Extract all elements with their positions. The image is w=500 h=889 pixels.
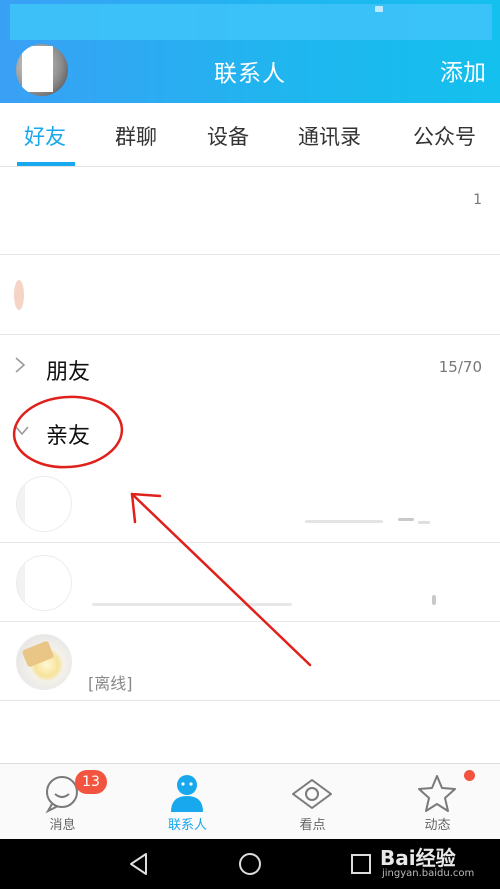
tab-friends[interactable]: 好友 [24,121,66,151]
app-header: 联系人 添加 [0,0,500,103]
chevron-down-icon [14,422,30,442]
friend-row[interactable]: [离线] [0,622,500,701]
row-count: 1 [473,192,482,208]
avatar [16,555,72,611]
unread-badge: 13 [75,770,107,794]
status-indicator-icon [375,6,383,12]
status-bar-redacted [10,4,492,40]
group-name: 亲友 [46,424,91,449]
redacted-text [92,603,292,606]
nav-contacts[interactable]: 联系人 [125,764,250,840]
recents-icon[interactable] [348,851,374,877]
bottom-nav: 13 消息 联系人 看点 动态 [0,763,500,839]
list-item[interactable]: 1 [0,168,500,255]
friend-status: [离线] [88,674,133,693]
redacted-text [432,595,436,605]
avatar [16,476,72,532]
active-tab-indicator [17,162,75,166]
redacted-text [418,521,430,524]
nav-label: 动态 [424,818,451,833]
nav-label: 联系人 [167,818,207,833]
chevron-right-icon [14,356,26,379]
group-row-relatives[interactable]: 亲友 [0,400,500,458]
avatar [14,267,69,321]
list-item[interactable] [0,255,500,335]
eye-icon [292,779,332,809]
tab-address-book[interactable]: 通讯录 [298,121,361,151]
group-name: 朋友 [46,360,91,385]
nav-watch[interactable]: 看点 [250,764,375,840]
avatar-fragment [14,280,24,310]
nav-label: 消息 [49,818,76,833]
friend-row[interactable] [0,543,500,622]
avatar [16,634,72,690]
nav-feed[interactable]: 动态 [375,764,500,840]
nav-label: 看点 [299,818,326,833]
page-title: 联系人 [214,61,286,87]
watermark-brand: Bai经验 [380,846,456,870]
star-icon [418,775,456,812]
group-online-count: 15/70 [438,358,482,376]
tab-official-accounts[interactable]: 公众号 [413,121,476,151]
redacted-text [398,518,414,521]
add-button[interactable]: 添加 [440,53,486,87]
tab-devices[interactable]: 设备 [207,121,249,151]
redacted-text [305,520,383,523]
tab-groups[interactable]: 群聊 [115,121,157,151]
avatar-redaction [25,556,71,610]
avatar-redaction [25,477,71,531]
back-icon[interactable] [126,851,152,877]
friend-row[interactable] [0,464,500,543]
home-icon[interactable] [237,851,263,877]
new-activity-dot [464,770,475,781]
nav-messages[interactable]: 13 消息 [0,764,125,840]
group-row-friends[interactable]: 朋友 15/70 [0,338,500,396]
watermark-url: jingyan.baidu.com [382,868,475,879]
contacts-person-icon [171,775,203,812]
contacts-tab-bar: 好友 群聊 设备 通讯录 公众号 [0,103,500,167]
